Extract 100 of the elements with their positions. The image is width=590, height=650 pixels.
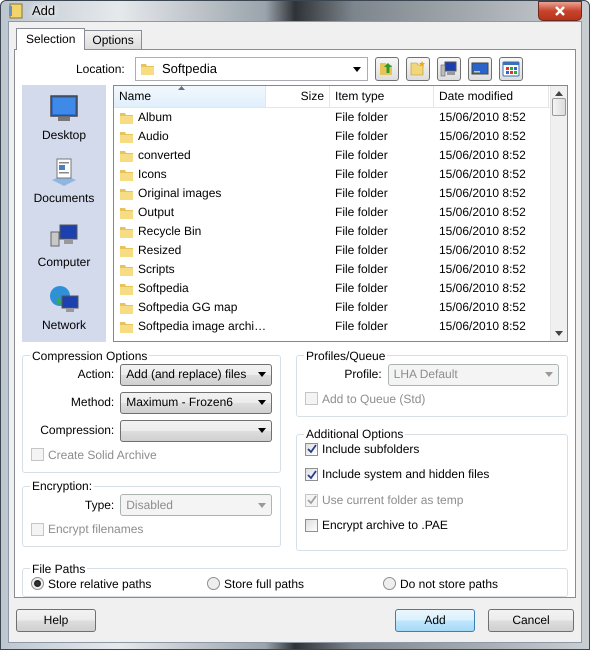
folder-icon <box>119 281 134 296</box>
folder-icon <box>119 167 134 182</box>
location-dropdown[interactable]: Softpedia <box>135 57 368 81</box>
folder-up-button[interactable] <box>375 57 399 81</box>
date-modified: 15/06/2010 8:52 <box>439 167 526 182</box>
item-type: File folder <box>335 110 388 124</box>
field-label: Compression: <box>39 423 114 438</box>
dialog-button[interactable]: Help <box>16 608 96 632</box>
view-button[interactable] <box>499 57 523 81</box>
item-type: File folder <box>335 148 388 162</box>
sort-arrow-icon <box>178 86 185 90</box>
file-name[interactable]: Softpedia <box>138 281 189 296</box>
dialog-button[interactable]: Cancel <box>488 608 574 632</box>
date-modified: 15/06/2010 8:52 <box>439 281 526 296</box>
dropdown[interactable] <box>120 420 272 442</box>
item-type: File folder <box>335 224 388 238</box>
item-type: File folder <box>335 186 388 200</box>
file-name[interactable]: Softpedia image archi… <box>138 319 266 334</box>
folder-icon <box>119 148 134 163</box>
date-modified: 15/06/2010 8:52 <box>439 148 526 162</box>
checkbox[interactable]: Encrypt archive to .PAE <box>305 518 448 533</box>
location-label: Location: <box>76 62 122 76</box>
date-modified: 15/06/2010 8:52 <box>439 262 526 276</box>
file-name[interactable]: Audio <box>138 129 169 144</box>
checkbox[interactable]: Include system and hidden files <box>305 467 490 482</box>
item-type: File folder <box>335 281 388 296</box>
radio-button[interactable]: Store relative paths <box>31 576 207 591</box>
item-type: File folder <box>335 300 388 314</box>
item-type: File folder <box>335 205 388 220</box>
field-label: Type: <box>84 498 114 512</box>
place-label[interactable]: Documents <box>34 191 94 206</box>
file-name[interactable]: converted <box>138 148 191 163</box>
group-title: Encryption: <box>31 480 94 492</box>
dialog-button[interactable]: Add <box>395 608 475 632</box>
file-name[interactable]: Scripts <box>138 262 175 277</box>
folder-icon <box>119 262 134 277</box>
date-modified: 15/06/2010 8:52 <box>439 205 526 220</box>
window-title: Add <box>32 3 56 19</box>
tab[interactable]: Options <box>84 30 142 49</box>
computer-icon <box>440 60 458 78</box>
folder-icon <box>119 205 134 220</box>
caret-icon <box>258 400 266 406</box>
close-button[interactable] <box>538 1 582 21</box>
folder-icon <box>119 186 134 201</box>
date-modified: 15/06/2010 8:52 <box>439 110 526 124</box>
folder-icon <box>119 300 134 315</box>
caret-icon <box>545 372 553 378</box>
date-modified: 15/06/2010 8:52 <box>439 243 526 258</box>
place-label[interactable]: Desktop <box>42 128 86 142</box>
file-name[interactable]: Recycle Bin <box>138 224 202 239</box>
item-type: File folder <box>335 319 388 334</box>
caret-icon <box>353 66 361 72</box>
file-name[interactable]: Album <box>138 110 172 125</box>
file-name[interactable]: Original images <box>138 186 222 201</box>
folder-icon <box>140 61 156 77</box>
file-name[interactable]: Softpedia GG map <box>138 300 238 315</box>
file-name[interactable]: Resized <box>138 243 182 258</box>
dropdown[interactable]: Maximum - Frozen6 <box>120 392 272 414</box>
place-label[interactable]: Network <box>42 318 86 333</box>
folder-icon <box>119 129 134 144</box>
caret-icon <box>258 372 266 378</box>
folder-icon <box>119 224 134 239</box>
field-label: Profile: <box>343 367 382 382</box>
computer-button[interactable] <box>437 57 461 81</box>
item-type: File folder <box>335 243 388 258</box>
item-type: File folder <box>335 262 388 276</box>
date-modified: 15/06/2010 8:52 <box>439 224 526 238</box>
dropdown[interactable]: Add (and replace) files <box>120 364 272 386</box>
caret-icon <box>258 428 266 434</box>
new-folder-icon <box>409 60 427 78</box>
field-label: Action: <box>76 367 114 382</box>
close-icon <box>554 6 566 16</box>
scrollbar[interactable] <box>550 86 567 341</box>
tab[interactable]: Selection <box>16 28 86 50</box>
folder-icon <box>119 243 134 258</box>
column-header[interactable]: Name <box>114 86 266 107</box>
date-modified: 15/06/2010 8:52 <box>439 186 526 200</box>
place-label[interactable]: Computer <box>38 254 90 270</box>
date-modified: 15/06/2010 8:52 <box>439 129 526 144</box>
caret-icon <box>258 502 266 508</box>
file-name[interactable]: Output <box>138 205 174 220</box>
new-folder-button[interactable] <box>406 57 430 81</box>
group-title: Compression Options <box>31 350 148 362</box>
checkbox[interactable]: Include subfolders <box>305 442 420 456</box>
item-type: File folder <box>335 167 388 182</box>
item-type: File folder <box>335 129 388 144</box>
date-modified: 15/06/2010 8:52 <box>439 300 526 314</box>
scroll-up-icon <box>555 91 563 96</box>
view-icon <box>502 60 520 78</box>
scroll-down-icon <box>555 330 563 336</box>
field-label: Method: <box>70 395 114 410</box>
radio-button[interactable]: Store full paths <box>207 576 383 591</box>
scroll-thumb[interactable] <box>552 98 566 116</box>
desktop-button[interactable] <box>468 57 492 81</box>
location-value: Softpedia <box>162 61 218 77</box>
folder-icon <box>119 110 134 125</box>
group-title: Profiles/Queue <box>305 350 386 362</box>
group-title: File Paths <box>31 562 86 575</box>
radio-button[interactable]: Do not store paths <box>383 576 559 591</box>
file-name[interactable]: Icons <box>138 167 167 182</box>
